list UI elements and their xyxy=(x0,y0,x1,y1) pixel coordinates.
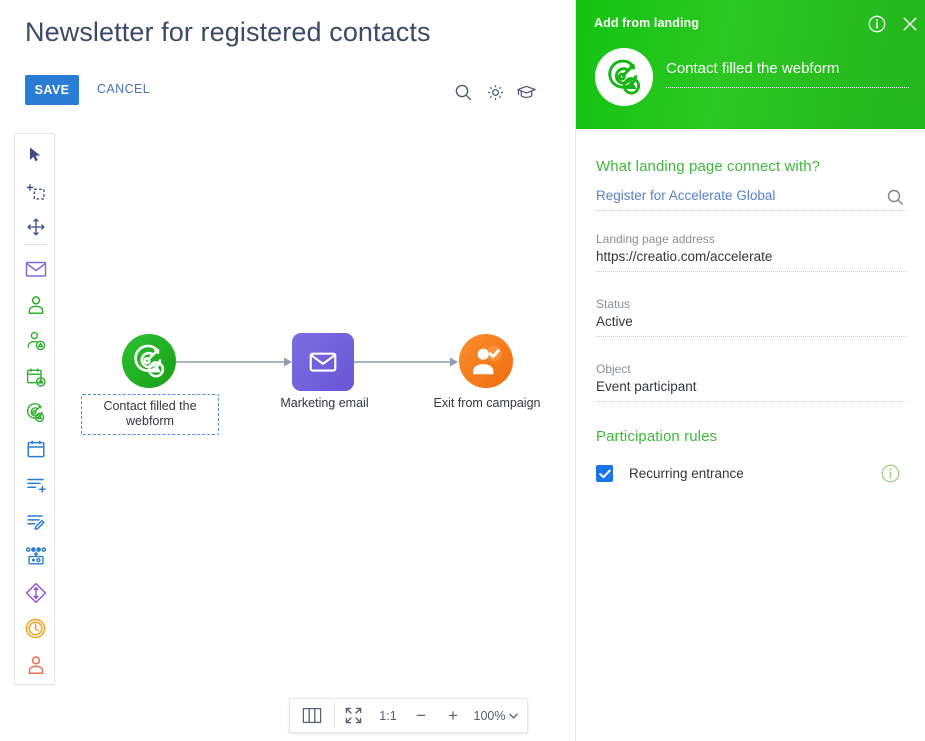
node-label-email[interactable]: Marketing email xyxy=(262,396,387,411)
cursor-arrow-icon xyxy=(29,147,40,161)
calendar-badge-icon xyxy=(26,368,46,387)
pointer-tool[interactable] xyxy=(19,138,52,171)
field-label: Status xyxy=(596,297,631,311)
campaign-designer-main: Newsletter for registered contacts SAVE … xyxy=(0,0,575,741)
landing-tool[interactable] xyxy=(19,396,52,429)
clock-icon xyxy=(25,618,46,639)
field-object: Object Event participant xyxy=(596,362,906,402)
event-date-tool[interactable] xyxy=(19,360,52,393)
envelope-icon xyxy=(25,261,46,277)
recurring-entrance-checkbox[interactable] xyxy=(596,465,613,482)
pan-tool[interactable] xyxy=(19,210,52,243)
zoom-in-button[interactable]: + xyxy=(437,699,469,732)
target-icon xyxy=(608,59,641,95)
add-record-tool[interactable] xyxy=(19,468,52,501)
landing-page-input[interactable]: Register for Accelerate Global xyxy=(596,188,906,211)
field-label: Object xyxy=(596,362,631,376)
node-marketing-email[interactable] xyxy=(292,333,354,391)
toolbar-divider xyxy=(24,244,47,245)
marketing-email-tool[interactable] xyxy=(19,252,52,285)
academy-cap-icon[interactable] xyxy=(514,80,538,104)
element-toolbar xyxy=(14,133,55,685)
list-edit-icon xyxy=(26,514,45,530)
connector-email-to-exit xyxy=(354,357,458,367)
avatar xyxy=(595,48,653,106)
columns-view-button[interactable] xyxy=(290,699,334,732)
chevron-down-icon xyxy=(509,713,519,719)
save-button[interactable]: SAVE xyxy=(25,75,79,105)
person-exit-icon xyxy=(28,655,43,674)
edit-record-tool[interactable] xyxy=(19,504,52,537)
node-contact-filled-webform[interactable] xyxy=(122,334,176,388)
zoom-out-button[interactable]: − xyxy=(405,699,437,732)
zoom-level-dropdown[interactable]: 100% xyxy=(469,699,527,732)
page-title: Newsletter for registered contacts xyxy=(25,17,431,47)
field-landing-page: Register for Accelerate Global xyxy=(596,188,906,211)
search-icon[interactable] xyxy=(451,80,475,104)
audience-tool[interactable] xyxy=(19,288,52,321)
diamond-arrows-icon xyxy=(25,582,46,603)
person-icon xyxy=(28,295,43,314)
envelope-icon xyxy=(309,352,337,372)
add-element-tool[interactable] xyxy=(19,174,52,207)
panel-header: Add from landing Contact filled the webf… xyxy=(576,0,925,129)
node-label-start[interactable]: Contact filled the webform xyxy=(81,394,219,435)
panel-title: Add from landing xyxy=(594,16,700,30)
calendar-tool[interactable] xyxy=(19,432,52,465)
gear-icon[interactable] xyxy=(483,80,507,104)
zoom-reset-button[interactable]: 1:1 xyxy=(371,699,405,732)
node-exit-from-campaign[interactable] xyxy=(459,334,513,388)
list-add-icon xyxy=(26,478,46,493)
field-landing-page-address: Landing page address https://creatio.com… xyxy=(596,232,906,272)
field-value[interactable]: Event participant xyxy=(596,379,906,402)
add-from-landing-panel: Add from landing Contact filled the webf… xyxy=(575,0,925,741)
connector-start-to-email xyxy=(176,357,292,367)
add-participant-tool[interactable] xyxy=(19,324,52,357)
field-status: Status Active xyxy=(596,297,906,337)
close-icon[interactable] xyxy=(901,15,919,33)
calendar-icon xyxy=(26,440,45,457)
field-value[interactable]: https://creatio.com/accelerate xyxy=(596,249,906,272)
section-rules-title: Participation rules xyxy=(596,428,718,445)
target-icon xyxy=(26,403,45,423)
section-landing-title: What landing page connect with? xyxy=(596,158,821,175)
section-rules-title-wrap: Participation rules xyxy=(596,428,906,445)
cancel-button[interactable]: CANCEL xyxy=(97,82,150,96)
fit-to-screen-icon xyxy=(345,707,361,724)
recurring-entrance-row: Recurring entrance xyxy=(596,464,906,487)
info-circle-icon[interactable] xyxy=(881,464,900,483)
add-selection-icon xyxy=(26,183,45,200)
zoom-toolbar: 1:1 − + 100% xyxy=(289,698,528,733)
node-label-exit[interactable]: Exit from campaign xyxy=(412,396,562,411)
target-icon xyxy=(134,344,165,378)
split-flow-tool[interactable] xyxy=(19,576,52,609)
field-value[interactable]: Active xyxy=(596,314,906,337)
columns-icon xyxy=(302,707,322,724)
section-landing-title-wrap: What landing page connect with? xyxy=(596,158,906,175)
exit-tool[interactable] xyxy=(19,648,52,681)
router-switch-icon xyxy=(25,546,46,564)
fit-to-screen-button[interactable] xyxy=(335,699,371,732)
info-circle-icon[interactable] xyxy=(868,15,886,33)
app-root: Newsletter for registered contacts SAVE … xyxy=(0,0,925,741)
field-label: Landing page address xyxy=(596,232,715,246)
move-cross-icon xyxy=(26,217,45,236)
switch-tool[interactable] xyxy=(19,540,52,573)
search-icon[interactable] xyxy=(886,188,906,208)
panel-subject-input[interactable]: Contact filled the webform xyxy=(666,60,909,88)
person-badge-icon xyxy=(27,331,45,350)
person-check-icon xyxy=(473,345,502,375)
zoom-level-value: 100% xyxy=(473,708,506,723)
timer-tool[interactable] xyxy=(19,612,52,645)
checkmark-icon xyxy=(598,469,611,478)
recurring-entrance-label: Recurring entrance xyxy=(629,466,744,481)
